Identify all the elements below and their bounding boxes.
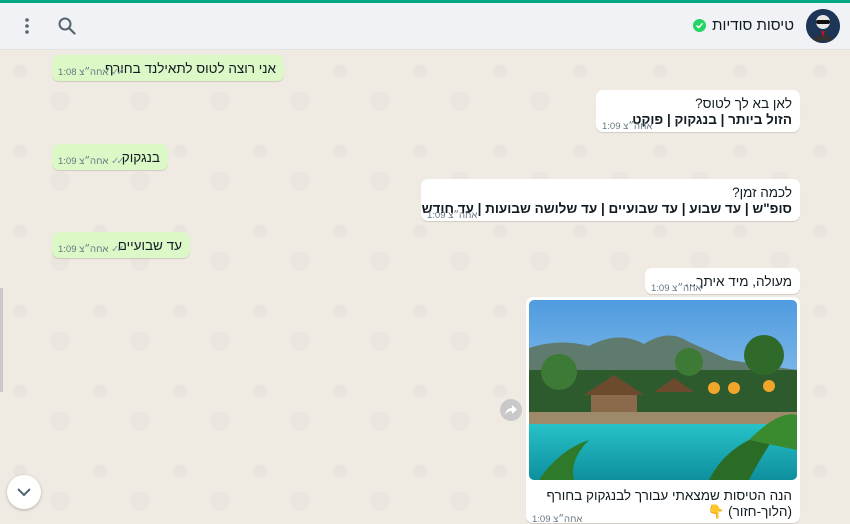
scroll-indicator [0,288,3,392]
message-text: אני רוצה לטוס לתאילנד בחורף [105,61,276,76]
message-bubble[interactable]: בנגקוק 1:09 אחה״צ ✓✓ [52,144,168,170]
double-check-icon: ✓✓ [110,156,125,167]
verified-icon [693,19,707,32]
message-time: 1:08 אחה״צ [58,67,109,78]
search-icon [58,17,76,35]
message-text: בנגקוק [121,150,160,165]
avatar[interactable] [806,9,840,43]
forward-icon [505,405,517,415]
image-caption: הנה הטיסות שמצאתי עבורך לבנגקוק בחורף [546,488,792,503]
message-text: לכמה זמן? [732,185,792,200]
message-bubble[interactable]: מעולה, מיד איתך... 1:09 אחה״צ [645,268,800,294]
image-caption-line2: (הלוך-חזור) 👇 [707,504,792,519]
search-button[interactable] [54,13,80,39]
message-bubble[interactable]: לכמה זמן? סופ"ש | עד שבוע | עד שבועיים |… [421,179,800,221]
more-vertical-icon [25,18,29,34]
message-time: 1:09 אחה״צ [58,156,109,167]
resort-photo [529,300,797,480]
message-meta: 1:08 אחה״צ ✓✓ [58,64,125,81]
scroll-down-button[interactable] [7,475,41,509]
message-time: 1:09 אחה״צ [58,244,109,255]
forward-button[interactable] [500,399,522,421]
message-bubble[interactable]: לאן בא לך לטוס? הזול ביותר | בנגקוק | פו… [596,90,800,132]
double-check-icon: ✓✓ [110,67,125,78]
menu-button[interactable] [14,13,40,39]
chat-panel: אני רוצה לטוס לתאילנד בחורף 1:08 אחה״צ ✓… [0,51,850,524]
contact-name: טיסות סודיות [712,17,794,34]
chat-header: טיסות סודיות [0,3,850,50]
contact-info[interactable]: טיסות סודיות [693,17,794,34]
message-text: לאן בא לך לטוס? [695,96,792,111]
message-time: 1:09 אחה״צ [651,283,702,294]
message-image[interactable] [529,300,797,480]
message-meta: 1:09 אחה״צ ✓✓ [58,153,125,170]
message-time: 1:09 אחה״צ [532,514,583,524]
message-time: 1:09 אחה״צ [602,121,653,132]
message-time: 1:09 אחה״צ [427,210,478,221]
message-bubble[interactable]: עד שבועיים 1:09 אחה״צ ✓✓ [52,232,190,258]
message-meta: 1:09 אחה״צ ✓✓ [58,241,125,258]
options-text: הזול ביותר | בנגקוק | פוקט [632,112,792,127]
image-message[interactable]: הנה הטיסות שמצאתי עבורך לבנגקוק בחורף (ה… [526,297,800,524]
message-bubble[interactable]: אני רוצה לטוס לתאילנד בחורף 1:08 אחה״צ ✓… [52,55,284,81]
double-check-icon: ✓✓ [110,244,125,255]
message-text: עד שבועיים [117,238,182,253]
chevron-down-icon [17,487,31,496]
